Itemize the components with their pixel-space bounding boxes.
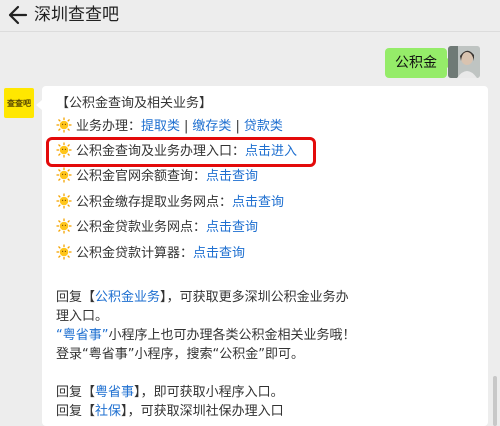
bot-avatar[interactable]: 查查吧	[4, 88, 34, 118]
reply-hint-business: 回复【公积金业务】，可获取更多深圳公积金业务办理入口。	[56, 288, 356, 326]
reply-hint-social: 回复【社保】，可获取深圳社保办理入口	[56, 402, 356, 421]
link-query-outlets[interactable]: 点击查询	[232, 195, 284, 210]
my-message-bubble[interactable]: 公积金	[385, 48, 453, 78]
item-label: 公积金官网余额查询：	[76, 169, 207, 184]
keyword-social[interactable]: 社保	[95, 404, 121, 419]
keyword-business[interactable]: 公积金业务	[95, 290, 160, 305]
item-label: 公积金贷款计算器：	[76, 246, 194, 261]
highlight-box	[46, 137, 316, 167]
my-avatar[interactable]	[448, 46, 480, 78]
text: 回复	[56, 404, 83, 419]
text: 回复	[56, 290, 83, 305]
bracket: 【	[82, 404, 96, 419]
text: 回复	[56, 385, 83, 400]
list-item-loan-outlets: 公积金贷款业务网点：点击查询	[56, 218, 258, 237]
list-item-balance: 公积金官网余额查询：点击查询	[56, 167, 258, 186]
chat-title: 深圳查查吧	[34, 5, 119, 25]
text: ，可获取深圳社保办理入口	[127, 404, 284, 419]
sun-icon	[56, 167, 72, 183]
sun-icon	[56, 117, 72, 133]
item-label: 业务办理：	[76, 119, 142, 134]
separator: |	[235, 119, 240, 134]
back-arrow-icon[interactable]	[6, 3, 28, 27]
list-item-business: 业务办理：提取类 | 缴存类 | 贷款类	[56, 117, 283, 136]
sun-icon	[56, 218, 72, 234]
list-item-outlets: 公积金缴存提取业务网点：点击查询	[56, 193, 284, 212]
link-query-balance[interactable]: 点击查询	[206, 169, 258, 184]
link-deposit[interactable]: 缴存类	[192, 119, 231, 134]
keyword-yueshengshi[interactable]: “粤省事”	[56, 328, 108, 343]
text: ，即可获取小程序入口。	[140, 385, 284, 400]
sun-icon	[56, 193, 72, 209]
item-label: 公积金缴存提取业务网点：	[76, 195, 233, 210]
yueshengshi-note: “粤省事”小程序上也可办理各类公积金相关业务哦！登录“粤省事”小程序，搜索“公积…	[56, 326, 356, 364]
bracket: 【	[82, 290, 96, 305]
item-label: 公积金贷款业务网点：	[76, 220, 207, 235]
separator: |	[184, 119, 189, 134]
reply-hint-yueshengshi: 回复【粤省事】，即可获取小程序入口。	[56, 383, 356, 402]
card-heading: 【公积金查询及相关业务】	[56, 96, 213, 111]
scrollbar[interactable]	[493, 376, 497, 426]
link-query-loan-outlets[interactable]: 点击查询	[206, 220, 258, 235]
top-bar: 深圳查查吧	[0, 0, 500, 32]
link-withdraw[interactable]: 提取类	[141, 119, 180, 134]
link-loan[interactable]: 贷款类	[244, 119, 283, 134]
bracket: 【	[82, 385, 96, 400]
keyword-yueshengshi-reply[interactable]: 粤省事	[95, 385, 134, 400]
list-item-calculator: 公积金贷款计算器：点击查询	[56, 244, 245, 263]
link-query-calculator[interactable]: 点击查询	[193, 246, 245, 261]
sun-icon	[56, 244, 72, 260]
